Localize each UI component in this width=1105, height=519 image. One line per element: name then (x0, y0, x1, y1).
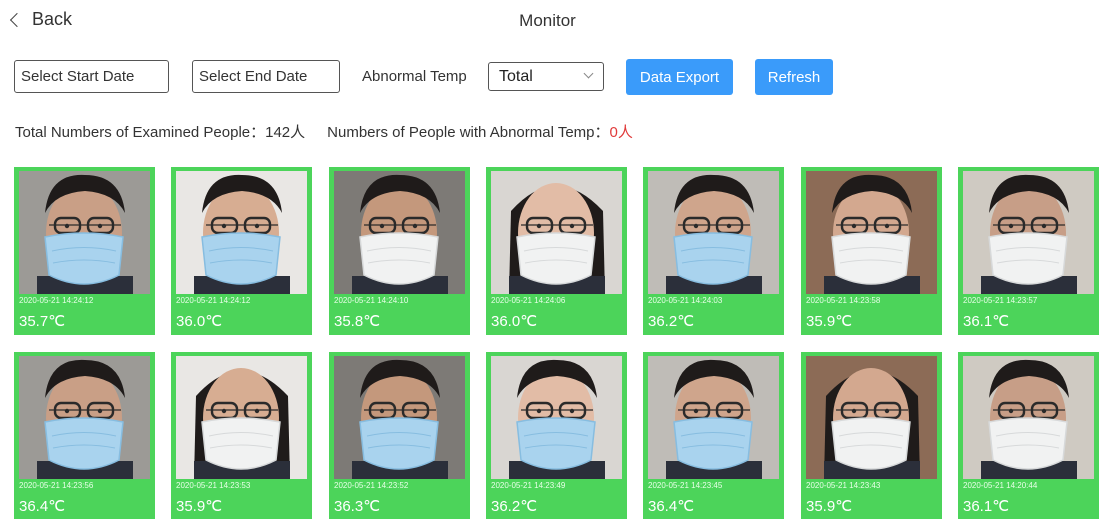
face-photo (963, 356, 1094, 479)
record-timestamp: 2020-05-21 14:23:52 (334, 481, 409, 490)
abnormal-temp-select[interactable]: Total (488, 62, 604, 91)
record-timestamp: 2020-05-21 14:23:43 (806, 481, 881, 490)
face-photo (334, 171, 465, 294)
record-temperature: 36.1℃ (963, 313, 1010, 330)
record-timestamp: 2020-05-21 14:24:10 (334, 296, 409, 305)
record-timestamp: 2020-05-21 14:23:57 (963, 296, 1038, 305)
record-temperature: 35.8℃ (334, 313, 381, 330)
abnormal-count-label: Numbers of People with Abnormal Temp： (327, 124, 610, 141)
record-timestamp: 2020-05-21 14:20:44 (963, 481, 1038, 490)
face-photo (176, 171, 307, 294)
record-card[interactable]: 2020-05-21 14:24:06 36.0℃ (486, 167, 627, 335)
page-title: Monitor (519, 11, 576, 30)
face-photo (963, 171, 1094, 294)
record-temperature: 36.1℃ (963, 498, 1010, 515)
record-card[interactable]: 2020-05-21 14:23:56 36.4℃ (14, 352, 155, 519)
face-photo (334, 356, 465, 479)
record-card[interactable]: 2020-05-21 14:23:58 35.9℃ (801, 167, 942, 335)
record-temperature: 36.4℃ (648, 498, 695, 515)
records-grid: 2020-05-21 14:24:12 35.7℃ 2020-05-21 14:24… (14, 167, 1105, 519)
record-card[interactable]: 2020-05-21 14:24:03 36.2℃ (643, 167, 784, 335)
abnormal-count-value: 0人 (609, 124, 633, 141)
record-temperature: 36.2℃ (648, 313, 695, 330)
record-timestamp: 2020-05-21 14:23:58 (806, 296, 881, 305)
record-card[interactable]: 2020-05-21 14:23:53 35.9℃ (171, 352, 312, 519)
record-timestamp: 2020-05-21 14:23:56 (19, 481, 94, 490)
record-temperature: 35.9℃ (806, 498, 853, 515)
refresh-button[interactable]: Refresh (755, 59, 833, 95)
record-temperature: 36.3℃ (334, 498, 381, 515)
chevron-down-icon (583, 68, 594, 79)
face-photo (806, 171, 937, 294)
top-bar: Back Monitor (0, 0, 1105, 44)
data-export-button[interactable]: Data Export (626, 59, 733, 95)
record-card[interactable]: 2020-05-21 14:23:49 36.2℃ (486, 352, 627, 519)
record-timestamp: 2020-05-21 14:24:06 (491, 296, 566, 305)
record-card[interactable]: 2020-05-21 14:24:10 35.8℃ (329, 167, 470, 335)
record-card[interactable]: 2020-05-21 14:23:52 36.3℃ (329, 352, 470, 519)
record-card[interactable]: 2020-05-21 14:23:45 36.4℃ (643, 352, 784, 519)
total-examined-value: 142人 (265, 124, 306, 141)
stats-line: Total Numbers of Examined People：142人 Num… (15, 121, 633, 142)
record-timestamp: 2020-05-21 14:24:12 (19, 296, 94, 305)
record-timestamp: 2020-05-21 14:23:49 (491, 481, 566, 490)
record-timestamp: 2020-05-21 14:23:45 (648, 481, 723, 490)
start-date-input[interactable]: Select Start Date (14, 60, 169, 93)
record-temperature: 35.9℃ (176, 498, 223, 515)
total-examined-label: Total Numbers of Examined People： (15, 124, 266, 141)
record-temperature: 35.9℃ (806, 313, 853, 330)
record-temperature: 35.7℃ (19, 313, 66, 330)
end-date-input[interactable]: Select End Date (192, 60, 340, 93)
face-photo (648, 356, 779, 479)
abnormal-temp-label: Abnormal Temp (362, 68, 467, 85)
face-photo (491, 171, 622, 294)
abnormal-temp-selected-value: Total (499, 67, 533, 85)
record-timestamp: 2020-05-21 14:23:53 (176, 481, 251, 490)
record-temperature: 36.0℃ (491, 313, 538, 330)
record-card[interactable]: 2020-05-21 14:23:43 35.9℃ (801, 352, 942, 519)
face-photo (806, 356, 937, 479)
record-card[interactable]: 2020-05-21 14:20:44 36.1℃ (958, 352, 1099, 519)
record-temperature: 36.0℃ (176, 313, 223, 330)
record-timestamp: 2020-05-21 14:24:12 (176, 296, 251, 305)
face-photo (176, 356, 307, 479)
record-card[interactable]: 2020-05-21 14:23:57 36.1℃ (958, 167, 1099, 335)
filter-bar: Select Start Date Select End Date Abnorm… (0, 58, 1105, 95)
face-photo (648, 171, 779, 294)
record-temperature: 36.2℃ (491, 498, 538, 515)
record-card[interactable]: 2020-05-21 14:24:12 36.0℃ (171, 167, 312, 335)
record-card[interactable]: 2020-05-21 14:24:12 35.7℃ (14, 167, 155, 335)
record-timestamp: 2020-05-21 14:24:03 (648, 296, 723, 305)
face-photo (19, 171, 150, 294)
face-photo (19, 356, 150, 479)
record-temperature: 36.4℃ (19, 498, 66, 515)
face-photo (491, 356, 622, 479)
